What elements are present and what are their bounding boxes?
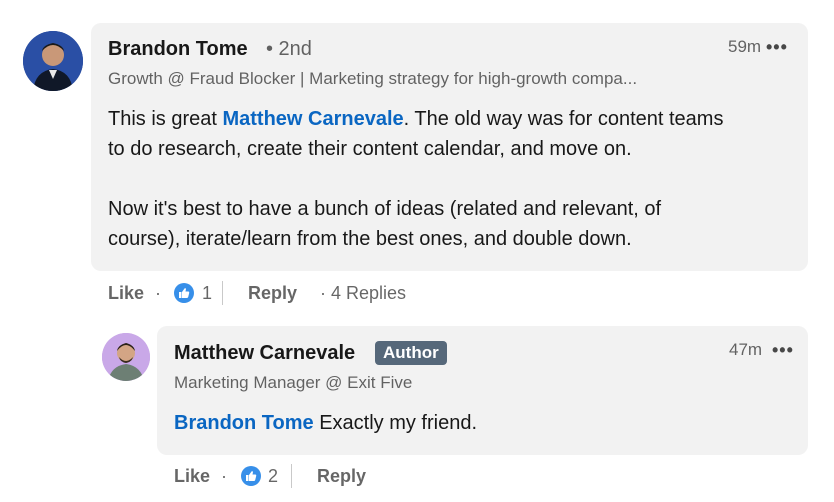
divider (291, 464, 292, 488)
reply-button[interactable]: Reply (317, 466, 366, 487)
like-button[interactable]: Like (108, 283, 144, 304)
author-badge: Author (375, 341, 447, 365)
comment-text: This is great Matthew Carnevale. The old… (108, 104, 798, 254)
comment-text-line-1: This is great Matthew Carnevale. The old… (108, 108, 724, 130)
more-options-icon[interactable]: ••• (766, 38, 788, 56)
reply-button[interactable]: Reply (248, 283, 297, 304)
separator-dot: · (155, 283, 161, 303)
like-reaction-icon (174, 283, 194, 303)
replies-count-link[interactable]: · 4 Replies (320, 283, 406, 304)
like-count[interactable]: 2 (268, 466, 278, 487)
person-avatar-icon (102, 333, 150, 381)
reply-author-headline: Marketing Manager @ Exit Five (174, 373, 413, 392)
avatar-brandon-tome[interactable] (23, 31, 83, 91)
comment-author-name[interactable]: Brandon Tome (108, 38, 248, 61)
mention-link[interactable]: Matthew Carnevale (222, 108, 403, 130)
like-button[interactable]: Like (174, 466, 210, 487)
more-options-icon[interactable]: ••• (772, 341, 794, 359)
reply-timestamp: 47m (729, 340, 763, 359)
reply-author-name[interactable]: Matthew Carnevale (174, 342, 355, 365)
comment-text-line-2: to do research, create their content cal… (108, 138, 632, 160)
comment-author-headline: Growth @ Fraud Blocker | Marketing strat… (108, 69, 638, 88)
mention-link[interactable]: Brandon Tome (174, 412, 314, 434)
comment-text-line-3: Now it's best to have a bunch of ideas (… (108, 198, 662, 220)
divider (222, 281, 223, 305)
like-count[interactable]: 1 (202, 283, 212, 304)
reply-text: Brandon Tome Exactly my friend. (174, 412, 478, 434)
connection-degree: • 2nd (266, 38, 312, 60)
like-reaction-icon (241, 466, 261, 486)
comment-text-line-4: course), iterate/learn from the best one… (108, 228, 632, 250)
comment-timestamp: 59m (728, 37, 762, 56)
separator-dot: · (221, 466, 227, 486)
person-avatar-icon (23, 31, 83, 91)
avatar-matthew-carnevale[interactable] (102, 333, 150, 381)
